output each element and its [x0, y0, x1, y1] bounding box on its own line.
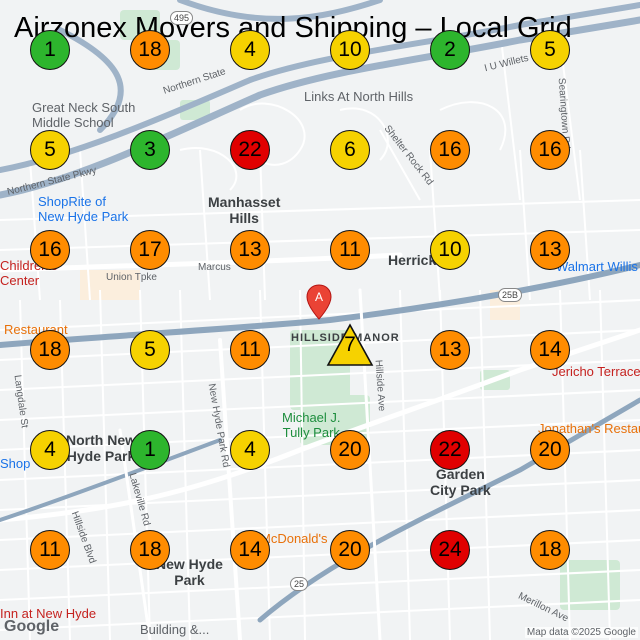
rank-marker[interactable]: 13	[230, 230, 270, 270]
map-title: Airzonex Movers and Shipping – Local Gri…	[14, 12, 572, 44]
rank-marker[interactable]: 24	[430, 530, 470, 570]
road-marcus: Marcus	[198, 262, 231, 273]
rank-marker[interactable]: 16	[30, 230, 70, 270]
place-building[interactable]: Building &...	[140, 622, 209, 637]
place-tully-park[interactable]: Michael J. Tully Park	[282, 410, 341, 440]
rank-marker[interactable]: 14	[230, 530, 270, 570]
rank-marker[interactable]: 1	[30, 30, 70, 70]
place-shop[interactable]: Shop	[0, 456, 30, 471]
rank-marker[interactable]: 2	[430, 30, 470, 70]
rank-marker[interactable]: 10	[430, 230, 470, 270]
place-great-neck-south[interactable]: Great Neck South Middle School	[32, 100, 135, 130]
rank-marker[interactable]: 11	[30, 530, 70, 570]
rank-marker[interactable]: 18	[530, 530, 570, 570]
route-shield-495: 495	[170, 11, 194, 25]
route-shield-25b: 25B	[498, 288, 523, 302]
rank-marker[interactable]: 18	[130, 30, 170, 70]
rank-marker[interactable]: 13	[530, 230, 570, 270]
rank-marker[interactable]: 20	[330, 430, 370, 470]
rank-marker[interactable]: 10	[330, 30, 370, 70]
google-logo: Google	[4, 618, 60, 635]
rank-marker[interactable]: 17	[130, 230, 170, 270]
rank-marker[interactable]: 3	[130, 130, 170, 170]
rank-marker[interactable]: 11	[230, 330, 270, 370]
rank-marker[interactable]: 4	[30, 430, 70, 470]
place-manhasset-hills: Manhasset Hills	[208, 194, 281, 226]
road-union-tpke: Union Tpke	[106, 272, 157, 283]
rank-marker[interactable]: 22	[430, 430, 470, 470]
rank-marker[interactable]: 4	[230, 30, 270, 70]
place-mcdonalds[interactable]: McDonald's	[260, 531, 328, 546]
rank-marker[interactable]: 20	[530, 430, 570, 470]
rank-marker[interactable]: 18	[130, 530, 170, 570]
rank-marker[interactable]: 14	[530, 330, 570, 370]
place-north-new-hyde-park: North New Hyde Park	[66, 432, 136, 464]
rank-marker[interactable]: 6	[330, 130, 370, 170]
map-credit: Map data ©2025 Google	[524, 627, 638, 638]
rank-marker[interactable]: 16	[530, 130, 570, 170]
rank-marker[interactable]: 5	[30, 130, 70, 170]
rank-value: 7	[344, 333, 356, 356]
rank-marker[interactable]: 20	[330, 530, 370, 570]
rank-marker[interactable]: 18	[30, 330, 70, 370]
place-links-north-hills[interactable]: Links At North Hills	[304, 89, 413, 104]
location-pin-icon[interactable]: A	[306, 284, 332, 320]
pin-label: A	[315, 290, 323, 304]
place-walmart[interactable]: Walmart Willis	[556, 259, 638, 274]
rank-marker[interactable]: 4	[230, 430, 270, 470]
place-shoprite[interactable]: ShopRite of New Hyde Park	[38, 194, 128, 224]
route-shield-25: 25	[290, 577, 309, 591]
rank-marker[interactable]: 11	[330, 230, 370, 270]
rank-marker[interactable]: 16	[430, 130, 470, 170]
rank-marker[interactable]: 5	[130, 330, 170, 370]
center-marker[interactable]: 7	[326, 323, 374, 366]
rank-marker[interactable]: 5	[530, 30, 570, 70]
place-jericho-terrace[interactable]: Jericho Terrace	[552, 364, 640, 379]
place-garden-city-park: Garden City Park	[430, 466, 491, 498]
rank-marker[interactable]: 13	[430, 330, 470, 370]
rank-marker[interactable]: 1	[130, 430, 170, 470]
rank-marker[interactable]: 22	[230, 130, 270, 170]
